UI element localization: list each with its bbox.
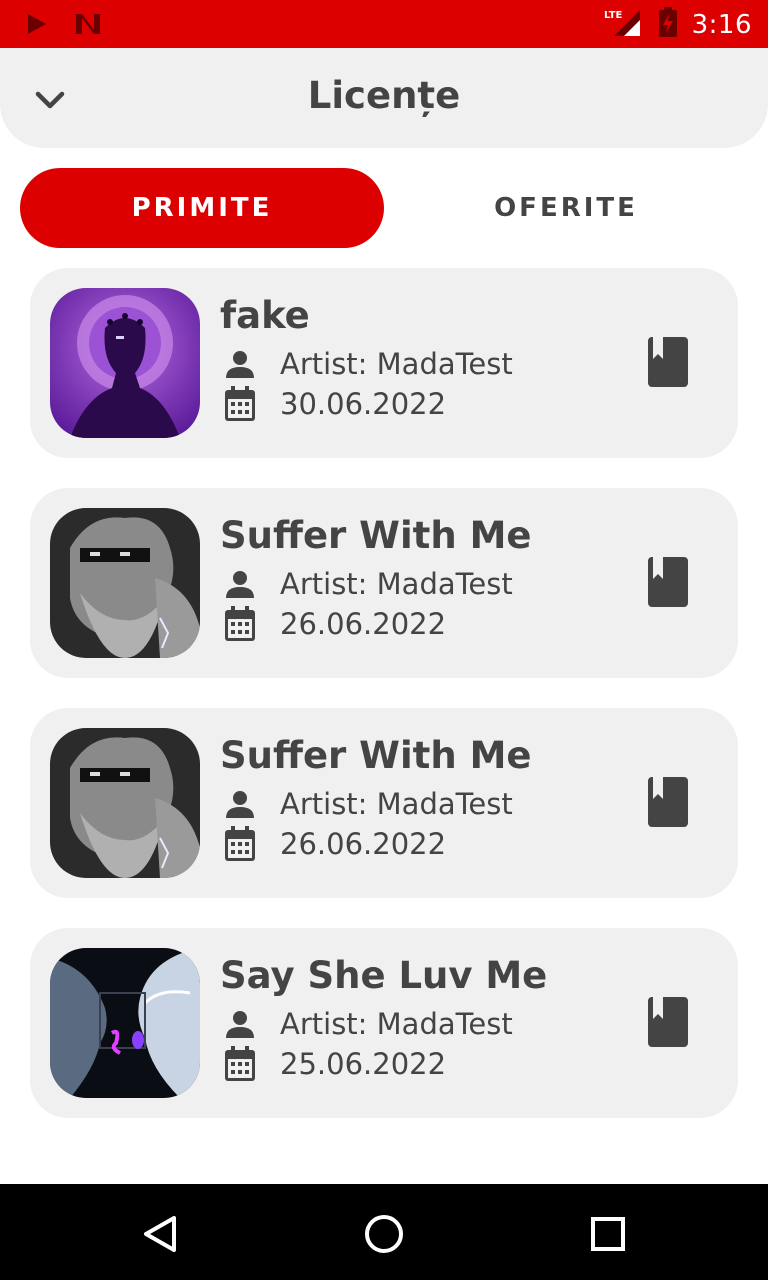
- cover-image: [50, 508, 200, 658]
- artist-row: Artist: MadaTest: [220, 1004, 513, 1044]
- date-text: 26.06.2022: [280, 607, 447, 641]
- calendar-icon: [220, 1044, 260, 1084]
- date-text: 30.06.2022: [280, 387, 447, 421]
- calendar-icon: [220, 604, 260, 644]
- status-time: 3:16: [691, 9, 752, 40]
- person-icon: [220, 344, 260, 384]
- person-icon: [220, 784, 260, 824]
- person-icon: [220, 1004, 260, 1044]
- artist-row: Artist: MadaTest: [220, 564, 513, 604]
- calendar-icon: [220, 824, 260, 864]
- tab-oferite[interactable]: OFERITE: [384, 168, 748, 248]
- svg-text:LTE: LTE: [604, 10, 623, 21]
- date-row: 25.06.2022: [220, 1044, 446, 1084]
- home-circle-icon[interactable]: [362, 1212, 406, 1256]
- license-title: fake: [220, 294, 310, 337]
- cover-image: [50, 728, 200, 878]
- date-text: 25.06.2022: [280, 1047, 447, 1081]
- license-book-icon[interactable]: [644, 554, 692, 610]
- date-row: 30.06.2022: [220, 384, 446, 424]
- license-book-icon[interactable]: [644, 994, 692, 1050]
- status-bar-notifications: [26, 12, 102, 41]
- battery-charging-icon: [658, 6, 678, 43]
- cover-image: [50, 948, 200, 1098]
- license-card[interactable]: Suffer With Me Artist: MadaTest 26.06.20…: [30, 488, 738, 678]
- date-row: 26.06.2022: [220, 824, 446, 864]
- license-book-icon[interactable]: [644, 334, 692, 390]
- license-title: Suffer With Me: [220, 734, 532, 777]
- header: Licențe: [0, 48, 768, 148]
- artist-text: Artist: MadaTest: [280, 347, 513, 381]
- artist-text: Artist: MadaTest: [280, 787, 513, 821]
- artist-text: Artist: MadaTest: [280, 567, 513, 601]
- back-triangle-icon[interactable]: [138, 1212, 182, 1256]
- status-bar-system: LTE 3:16: [604, 6, 752, 43]
- calendar-icon: [220, 384, 260, 424]
- play-store-icon: [26, 12, 48, 41]
- page-title: Licențe: [307, 74, 461, 117]
- signal-icon: LTE: [604, 6, 644, 43]
- status-bar: LTE 3:16: [0, 0, 768, 48]
- license-card[interactable]: Say She Luv Me Artist: MadaTest 25.06.20…: [30, 928, 738, 1118]
- license-title: Say She Luv Me: [220, 954, 548, 997]
- license-book-icon[interactable]: [644, 774, 692, 830]
- artist-text: Artist: MadaTest: [280, 1007, 513, 1041]
- date-row: 26.06.2022: [220, 604, 446, 644]
- license-card[interactable]: fake Artist: MadaTest 30.06.2022: [30, 268, 738, 458]
- recents-square-icon[interactable]: [586, 1212, 630, 1256]
- date-text: 26.06.2022: [280, 827, 447, 861]
- tab-primite[interactable]: PRIMITE: [20, 168, 384, 248]
- artist-row: Artist: MadaTest: [220, 344, 513, 384]
- license-card[interactable]: Suffer With Me Artist: MadaTest 26.06.20…: [30, 708, 738, 898]
- person-icon: [220, 564, 260, 604]
- navigation-bar: [0, 1184, 768, 1280]
- cover-image: [50, 288, 200, 438]
- artist-row: Artist: MadaTest: [220, 784, 513, 824]
- netflix-icon: [74, 12, 102, 41]
- tab-bar: PRIMITE OFERITE: [20, 168, 748, 248]
- license-title: Suffer With Me: [220, 514, 532, 557]
- license-list: fake Artist: MadaTest 30.06.2022 Suffer …: [30, 268, 738, 1148]
